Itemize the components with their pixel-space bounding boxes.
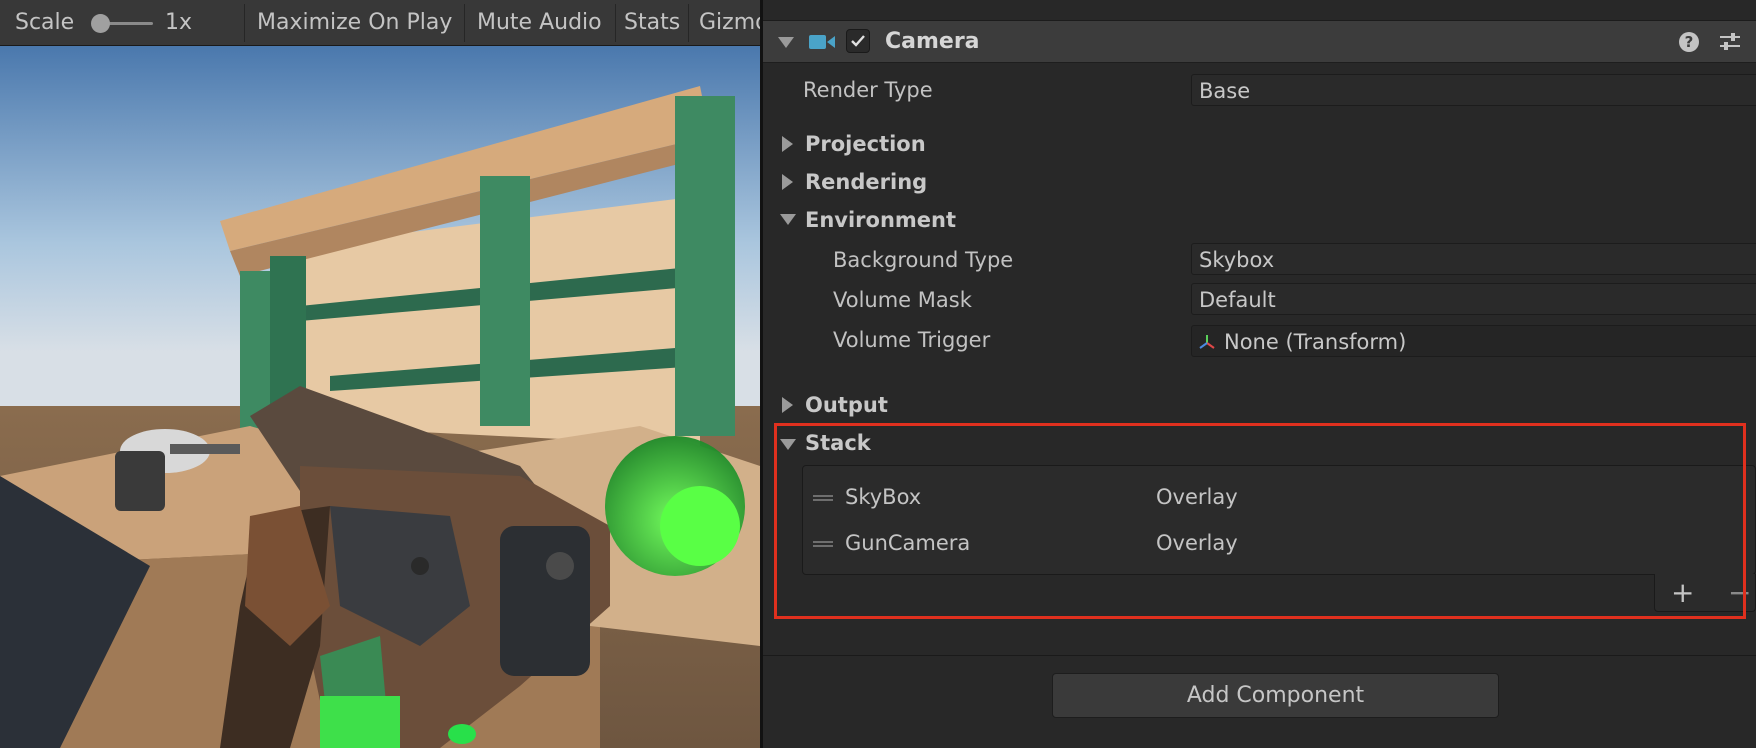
- volume-trigger-label: Volume Trigger: [833, 328, 991, 352]
- projection-foldout[interactable]: Projection: [805, 132, 926, 156]
- stack-foldout[interactable]: Stack: [805, 431, 871, 455]
- component-title: Camera: [885, 29, 980, 54]
- scale-label: Scale: [15, 10, 75, 35]
- stack-item-type: Overlay: [1156, 531, 1238, 555]
- camera-stack-list: SkyBox Overlay GunCamera Overlay: [802, 465, 1756, 575]
- inspector-divider: [763, 655, 1756, 656]
- game-view-toolbar: Scale 1x Maximize On Play Mute Audio Sta…: [0, 0, 760, 46]
- game-scene-render: [0, 46, 760, 748]
- volume-mask-dropdown[interactable]: Default: [1191, 283, 1756, 315]
- presets-sliders-icon[interactable]: [1718, 32, 1742, 52]
- rendering-caret-icon[interactable]: [782, 174, 793, 190]
- transform-icon: [1199, 335, 1215, 349]
- toolbar-divider: [244, 4, 245, 42]
- background-type-label: Background Type: [833, 248, 1014, 272]
- inspector-top-strip: [763, 0, 1756, 21]
- collapse-caret-icon[interactable]: [778, 37, 794, 48]
- list-item[interactable]: SkyBox Overlay: [803, 476, 1756, 518]
- add-component-button[interactable]: Add Component: [1052, 673, 1499, 718]
- drag-handle-icon[interactable]: [813, 541, 833, 547]
- stack-item-name: GunCamera: [845, 531, 971, 555]
- scale-slider-handle[interactable]: [91, 14, 110, 33]
- scale-value: 1x: [165, 10, 193, 35]
- camera-icon: [809, 35, 835, 49]
- maximize-on-play-toggle[interactable]: Maximize On Play: [257, 0, 452, 46]
- toolbar-divider: [464, 4, 465, 42]
- help-icon[interactable]: ?: [1679, 32, 1699, 52]
- volume-trigger-object-field[interactable]: None (Transform): [1191, 325, 1756, 357]
- volume-trigger-value: None (Transform): [1224, 330, 1407, 354]
- stack-item-type: Overlay: [1156, 485, 1238, 509]
- toolbar-divider: [615, 4, 616, 42]
- game-viewport[interactable]: [0, 46, 760, 748]
- render-type-label: Render Type: [803, 78, 933, 102]
- game-view: Scale 1x Maximize On Play Mute Audio Sta…: [0, 0, 760, 748]
- background-type-dropdown[interactable]: Skybox: [1191, 243, 1756, 275]
- output-caret-icon[interactable]: [782, 397, 793, 413]
- stack-item-name: SkyBox: [845, 485, 922, 509]
- add-stack-item-button[interactable]: +: [1671, 578, 1694, 608]
- gizmos-toggle[interactable]: Gizmo: [699, 0, 760, 46]
- checkmark-icon: [851, 35, 865, 47]
- stats-toggle[interactable]: Stats: [624, 0, 680, 46]
- volume-mask-label: Volume Mask: [833, 288, 972, 312]
- environment-foldout[interactable]: Environment: [805, 208, 956, 232]
- mute-audio-toggle[interactable]: Mute Audio: [477, 0, 602, 46]
- stack-caret-icon[interactable]: [780, 439, 796, 450]
- render-type-dropdown[interactable]: Base: [1191, 74, 1756, 106]
- toolbar-divider: [688, 4, 689, 42]
- projection-caret-icon[interactable]: [782, 136, 793, 152]
- rendering-foldout[interactable]: Rendering: [805, 170, 927, 194]
- camera-component-header[interactable]: Camera ?: [763, 21, 1756, 63]
- drag-handle-icon[interactable]: [813, 495, 833, 501]
- output-foldout[interactable]: Output: [805, 393, 888, 417]
- stack-list-footer: + −: [1654, 574, 1756, 612]
- remove-stack-item-button[interactable]: −: [1728, 578, 1751, 608]
- list-item[interactable]: GunCamera Overlay: [803, 522, 1756, 564]
- environment-caret-icon[interactable]: [780, 214, 796, 225]
- inspector-panel: Camera ? Render Type Base Projection Ren…: [763, 0, 1756, 748]
- enable-checkbox[interactable]: [846, 29, 870, 53]
